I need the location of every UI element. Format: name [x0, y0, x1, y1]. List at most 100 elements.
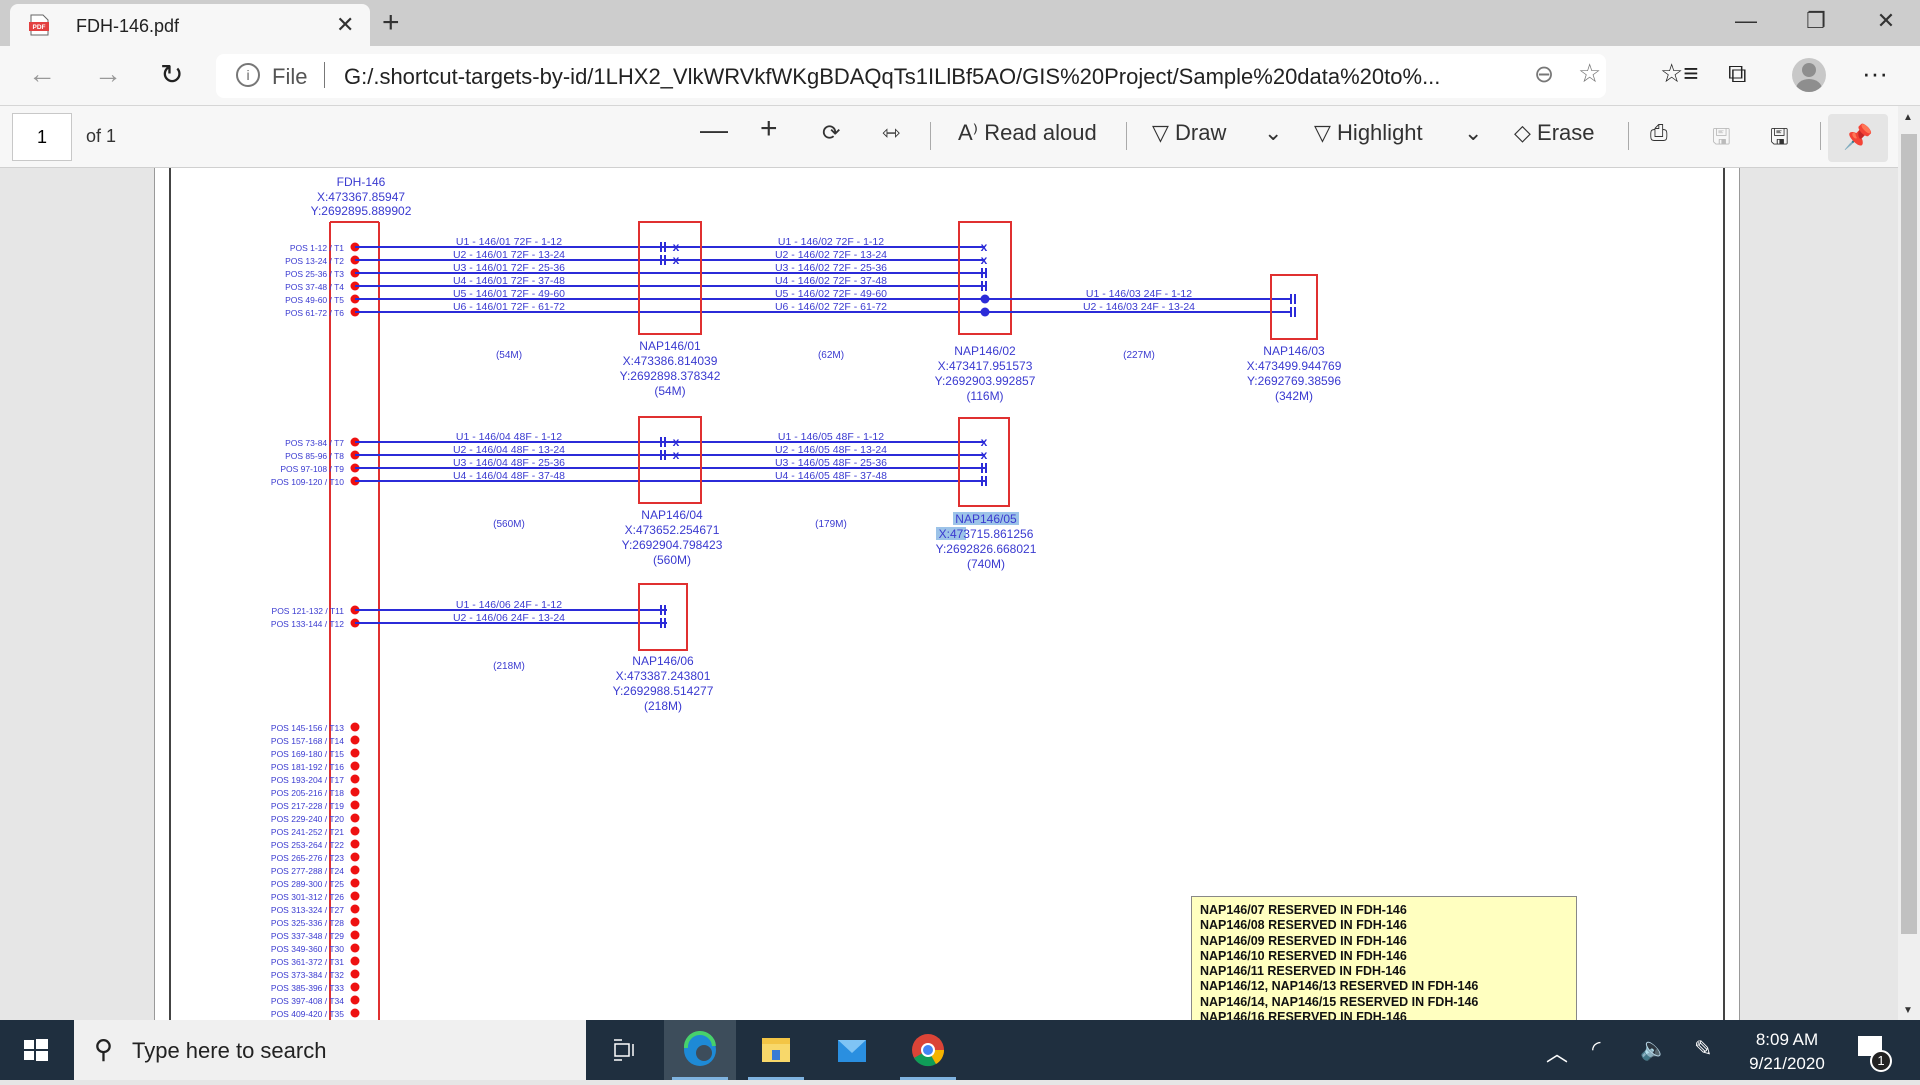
port-dot [350, 956, 360, 966]
port-label: POS 217-228 / T19 [271, 801, 344, 811]
port-dot [350, 904, 360, 914]
tab-title: FDH-146.pdf [76, 16, 180, 36]
restore-button[interactable]: ❐ [1786, 8, 1846, 34]
search-placeholder: Type here to search [132, 1038, 327, 1063]
port-label: POS 97-108 / T9 [280, 464, 344, 474]
reserved-note: NAP146/07 RESERVED IN FDH-146 [1200, 903, 1407, 917]
cable-label: U3 - 146/04 48F - 25-36 [453, 457, 565, 469]
close-tab-icon[interactable]: ✕ [336, 12, 354, 38]
chrome-taskbar-button[interactable] [892, 1020, 964, 1080]
mail-taskbar-button[interactable] [816, 1020, 888, 1080]
task-view-button[interactable] [588, 1020, 660, 1080]
port-dot [350, 943, 360, 953]
forward-button[interactable]: → [94, 58, 122, 90]
nap-x-coord: X:473652.254671 [625, 523, 720, 537]
rotate-icon[interactable]: ⟳ [822, 120, 840, 146]
span-length: (218M) [493, 661, 525, 672]
volume-icon[interactable]: 🔈 [1640, 1036, 1667, 1062]
collections-icon[interactable]: ⧉ [1728, 58, 1747, 90]
scroll-down-arrow-icon[interactable]: ▼ [1903, 1005, 1913, 1016]
port-label: POS 229-240 / T20 [271, 814, 344, 824]
zoom-out-icon[interactable]: ⊖ [1534, 60, 1554, 89]
wifi-icon[interactable]: ◜ [1592, 1036, 1601, 1062]
minimize-button[interactable]: — [1716, 8, 1776, 34]
reserved-note: NAP146/08 RESERVED IN FDH-146 [1200, 918, 1407, 933]
cable-label: U6 - 146/02 72F - 61-72 [775, 301, 887, 313]
edge-taskbar-button[interactable] [664, 1020, 736, 1080]
port-label: POS 73-84 / T7 [285, 438, 344, 448]
pin-toolbar-button[interactable]: 📌 [1828, 114, 1888, 162]
favorites-icon[interactable]: ☆≡ [1660, 58, 1698, 89]
port-dot [350, 813, 360, 823]
port-dot [350, 995, 360, 1005]
more-menu-icon[interactable]: ··· [1862, 58, 1888, 89]
port-label: POS 13-24 / T2 [285, 256, 344, 266]
system-clock[interactable]: 8:09 AM 9/21/2020 [1732, 1028, 1842, 1076]
port-dot [350, 917, 360, 927]
start-button[interactable] [0, 1020, 72, 1080]
new-tab-button[interactable]: + [382, 6, 400, 40]
port-dot [350, 735, 360, 745]
port-label: POS 301-312 / T26 [271, 892, 344, 902]
back-button[interactable]: ← [28, 58, 56, 90]
span-length: (560M) [493, 519, 525, 530]
add-favorite-icon[interactable]: ☆ [1578, 58, 1601, 89]
info-icon[interactable]: i [236, 63, 260, 87]
reserved-note: NAP146/11 RESERVED IN FDH-146 [1200, 964, 1407, 979]
taskbar-search-box[interactable]: ⚲ Type here to search [74, 1020, 586, 1080]
port-dot [350, 852, 360, 862]
save-as-icon[interactable]: 🖫 [1770, 120, 1789, 158]
refresh-button[interactable]: ↻ [160, 58, 183, 91]
read-aloud-button[interactable]: A⁾ Read aloud [958, 120, 1097, 146]
zoom-in-button[interactable]: + [760, 112, 778, 146]
address-bar[interactable]: i File G:/.shortcut-targets-by-id/1LHX2_… [216, 54, 1606, 98]
page-number-input[interactable]: 1 [12, 113, 72, 161]
fit-to-width-icon[interactable]: ⇿ [882, 120, 900, 146]
draw-button[interactable]: ▽ Draw [1152, 120, 1226, 146]
windows-logo-icon [24, 1039, 48, 1061]
profile-avatar[interactable] [1792, 58, 1826, 92]
highlight-button[interactable]: ▽ Highlight [1314, 120, 1423, 146]
highlight-icon: ▽ [1314, 120, 1331, 145]
tab-strip: PDF FDH-146.pdf ✕ + — ❐ ✕ [0, 0, 1920, 46]
nap-distance: (342M) [1275, 389, 1313, 403]
cable-label: U2 - 146/01 72F - 13-24 [453, 249, 565, 261]
nap-x-coord: X:473499.944769 [1247, 359, 1342, 373]
divider [1820, 122, 1821, 150]
nap-enclosure [638, 221, 702, 335]
highlight-options-chevron-icon[interactable]: ⌄ [1464, 120, 1482, 146]
pdf-file-icon: PDF [29, 14, 49, 36]
cable-label: U4 - 146/01 72F - 37-48 [453, 275, 565, 287]
draw-options-chevron-icon[interactable]: ⌄ [1264, 120, 1282, 146]
cable-label: U4 - 146/04 48F - 37-48 [453, 470, 565, 482]
pen-workspace-icon[interactable]: ✎ [1694, 1036, 1712, 1062]
nap-enclosure [638, 583, 688, 651]
vertical-scrollbar[interactable]: ▲ ▼ [1898, 106, 1920, 1020]
port-label: POS 205-216 / T18 [271, 788, 344, 798]
scheme-label: File [272, 64, 308, 89]
show-hidden-icons-chevron-icon[interactable]: ︿ [1546, 1036, 1568, 1068]
cable-label: U6 - 146/01 72F - 61-72 [453, 301, 565, 313]
clock-date: 9/21/2020 [1749, 1054, 1825, 1073]
scrollbar-thumb[interactable] [1901, 134, 1917, 934]
print-icon[interactable]: ⎙ [1650, 120, 1668, 146]
erase-button[interactable]: ◇ Erase [1514, 120, 1595, 146]
port-label: POS 253-264 / T22 [271, 840, 344, 850]
port-label: POS 241-252 / T21 [271, 827, 344, 837]
browser-tab[interactable]: PDF FDH-146.pdf ✕ [10, 4, 370, 46]
close-window-button[interactable]: ✕ [1856, 8, 1916, 34]
port-dot [350, 891, 360, 901]
pdf-toolbar: 1 of 1 — + ⟳ ⇿ A⁾ Read aloud ▽ Draw ⌄ ▽ … [0, 106, 1898, 168]
fdh-x-coord: X:473367.85947 [317, 190, 405, 204]
file-explorer-taskbar-button[interactable] [740, 1020, 812, 1080]
nap-distance: (218M) [644, 699, 682, 713]
url-text[interactable]: G:/.shortcut-targets-by-id/1LHX2_VlkWRVk… [344, 64, 1440, 90]
cut-mark: x [673, 240, 680, 254]
edge-icon [683, 1030, 716, 1066]
fiber-splice-diagram: FDH-146X:473367.85947Y:2692895.889902 POS… [271, 175, 1342, 1020]
port-dot [350, 774, 360, 784]
zoom-out-button[interactable]: — [700, 114, 728, 146]
save-icon[interactable]: 🖫 [1712, 120, 1731, 158]
scroll-up-arrow-icon[interactable]: ▲ [1903, 112, 1913, 123]
nap-x-coord: X:473715.861256 [939, 527, 1034, 541]
